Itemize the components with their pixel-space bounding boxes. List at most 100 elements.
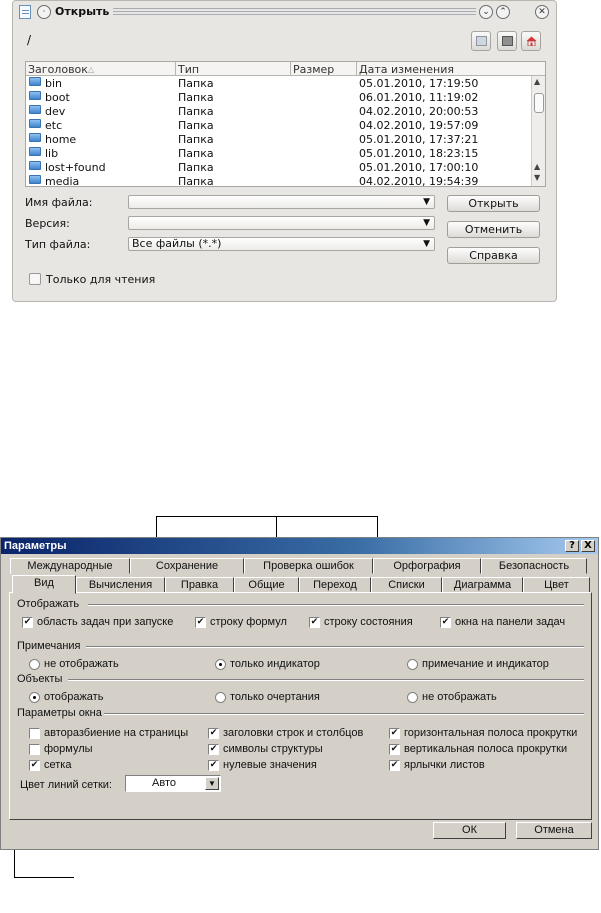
close-icon[interactable]: ✕: [535, 5, 549, 19]
file-date: 06.01.2010, 11:19:02: [359, 91, 479, 104]
list-item[interactable]: media Папка 04.02.2010, 19:54:39: [26, 175, 531, 186]
help-title-button[interactable]: ?: [565, 540, 579, 552]
maximize-icon[interactable]: ⌃: [496, 5, 510, 19]
readonly-label: Только для чтения: [46, 273, 156, 286]
tab-1[interactable]: Сохранение: [130, 558, 244, 574]
view-tab-panel: Отображать ✔ область задач при запуске ✔ ст…: [9, 592, 592, 820]
home-button[interactable]: [521, 31, 541, 51]
file-name: home: [45, 133, 77, 146]
list-item[interactable]: home Папка 05.01.2010, 17:37:21: [26, 133, 531, 147]
file-list-scrollbar[interactable]: ▲ ▲ ▼: [531, 76, 545, 186]
window_items-checkbox[interactable]: ✔: [29, 760, 40, 771]
filetype-combo[interactable]: Все файлы (*.*) ▼: [128, 237, 435, 251]
window_items-checkbox[interactable]: ✔: [389, 760, 400, 771]
scroll-up-icon[interactable]: ▲: [534, 77, 540, 86]
filename-label: Имя файла:: [25, 196, 93, 209]
col-name[interactable]: Заголовок: [28, 63, 88, 76]
objects_options-label: только очертания: [230, 691, 320, 703]
window_items-checkbox[interactable]: ✔: [389, 728, 400, 739]
folder-icon: [29, 119, 41, 128]
cancel-button[interactable]: Отмена: [516, 822, 592, 839]
col-type[interactable]: Тип: [178, 63, 199, 76]
minimize-icon[interactable]: ⌄: [479, 5, 493, 19]
menu-circle-icon[interactable]: ·: [37, 5, 51, 19]
path-breadcrumb[interactable]: /: [27, 33, 31, 47]
show_items-checkbox[interactable]: ✔: [195, 617, 206, 628]
file-date: 04.02.2010, 20:00:53: [359, 105, 479, 118]
version-combo[interactable]: ▼: [128, 216, 435, 230]
cancel-button[interactable]: Отменить: [447, 221, 540, 238]
options-dialog: Параметры ? X Международные Сохранение Про…: [0, 537, 599, 850]
notes_options-radio[interactable]: [407, 659, 418, 670]
file-name: bin: [45, 77, 63, 90]
notes_options-radio[interactable]: [215, 659, 226, 670]
window_items-checkbox[interactable]: [29, 728, 40, 739]
chevron-down-icon[interactable]: ▼: [423, 217, 430, 229]
open-dialog-titlebar[interactable]: · Открыть ⌄ ⌃ ✕: [13, 1, 556, 23]
show_items-label: строку формул: [210, 616, 287, 628]
readonly-checkbox[interactable]: [29, 273, 41, 285]
scroll-thumb[interactable]: [534, 93, 544, 113]
chevron-down-icon[interactable]: ▼: [423, 196, 430, 208]
file-name: boot: [45, 91, 70, 104]
tab-view-4[interactable]: Переход: [299, 577, 371, 593]
window_items-checkbox[interactable]: ✔: [208, 760, 219, 771]
list-item[interactable]: lib Папка 05.01.2010, 18:23:15: [26, 147, 531, 161]
tab-view-2[interactable]: Правка: [165, 577, 234, 593]
filename-input[interactable]: [132, 196, 412, 208]
tab-2[interactable]: Проверка ошибок: [244, 558, 373, 574]
gridcolor-value: Авто: [152, 777, 176, 789]
file-type: Папка: [178, 161, 214, 174]
objects_options-label: не отображать: [422, 691, 497, 703]
file-name: lost+found: [45, 161, 106, 174]
show_items-checkbox[interactable]: ✔: [309, 617, 320, 628]
show_items-checkbox[interactable]: ✔: [22, 617, 33, 628]
window_items-checkbox[interactable]: ✔: [208, 728, 219, 739]
show_items-label: область задач при запуске: [37, 616, 174, 628]
tab-view-1[interactable]: Вычисления: [76, 577, 165, 593]
scroll-up-icon[interactable]: ▲: [534, 162, 540, 171]
list-item[interactable]: lost+found Папка 05.01.2010, 17:00:10: [26, 161, 531, 175]
up-folder-button[interactable]: [471, 31, 491, 51]
gridcolor-select[interactable]: Авто ▼: [125, 775, 221, 792]
tab-view-3[interactable]: Общие: [234, 577, 299, 593]
chevron-down-icon[interactable]: ▼: [205, 777, 219, 790]
list-item[interactable]: dev Папка 04.02.2010, 20:00:53: [26, 105, 531, 119]
show_items-label: строку состояния: [324, 616, 413, 628]
objects_options-radio[interactable]: [215, 692, 226, 703]
list-item[interactable]: etc Папка 04.02.2010, 19:57:09: [26, 119, 531, 133]
scroll-down-icon[interactable]: ▼: [534, 173, 540, 182]
tab-view-6[interactable]: Диаграмма: [442, 577, 523, 593]
show_items-checkbox[interactable]: ✔: [440, 617, 451, 628]
objects_options-radio[interactable]: [407, 692, 418, 703]
window_items-checkbox[interactable]: ✔: [389, 744, 400, 755]
close-title-button[interactable]: X: [581, 540, 595, 552]
list-item[interactable]: bin Папка 05.01.2010, 17:19:50: [26, 77, 531, 91]
window_items-checkbox[interactable]: [29, 744, 40, 755]
filename-combo[interactable]: ▼: [128, 195, 435, 209]
help-button[interactable]: Справка: [447, 247, 540, 264]
open-button[interactable]: Открыть: [447, 195, 540, 212]
options-titlebar[interactable]: Параметры: [1, 538, 598, 554]
tab-view-0[interactable]: Вид: [12, 575, 76, 594]
tab-3[interactable]: Орфография: [373, 558, 481, 574]
tab-view-7[interactable]: Цвет: [523, 577, 590, 593]
tab-view-5[interactable]: Списки: [371, 577, 442, 593]
window_items-label: символы структуры: [223, 743, 323, 755]
list-item[interactable]: boot Папка 06.01.2010, 11:19:02: [26, 91, 531, 105]
window_items-checkbox[interactable]: ✔: [208, 744, 219, 755]
file-type: Папка: [178, 77, 214, 90]
window_items-label: горизонтальная полоса прокрутки: [404, 727, 578, 739]
col-date[interactable]: Дата изменения: [359, 63, 454, 76]
notes_options-radio[interactable]: [29, 659, 40, 670]
notes_options-label: примечание и индикатор: [422, 658, 549, 670]
chevron-down-icon[interactable]: ▼: [423, 238, 430, 250]
ok-button[interactable]: ОК: [433, 822, 506, 839]
window-group-title: Параметры окна: [17, 707, 102, 719]
objects_options-radio[interactable]: [29, 692, 40, 703]
file-list[interactable]: Заголовок △ Тип Размер Дата изменения bi…: [25, 61, 546, 187]
tab-0[interactable]: Международные: [10, 558, 130, 574]
new-folder-button[interactable]: [497, 31, 517, 51]
col-size[interactable]: Размер: [293, 63, 334, 76]
tab-4[interactable]: Безопасность: [481, 558, 587, 574]
